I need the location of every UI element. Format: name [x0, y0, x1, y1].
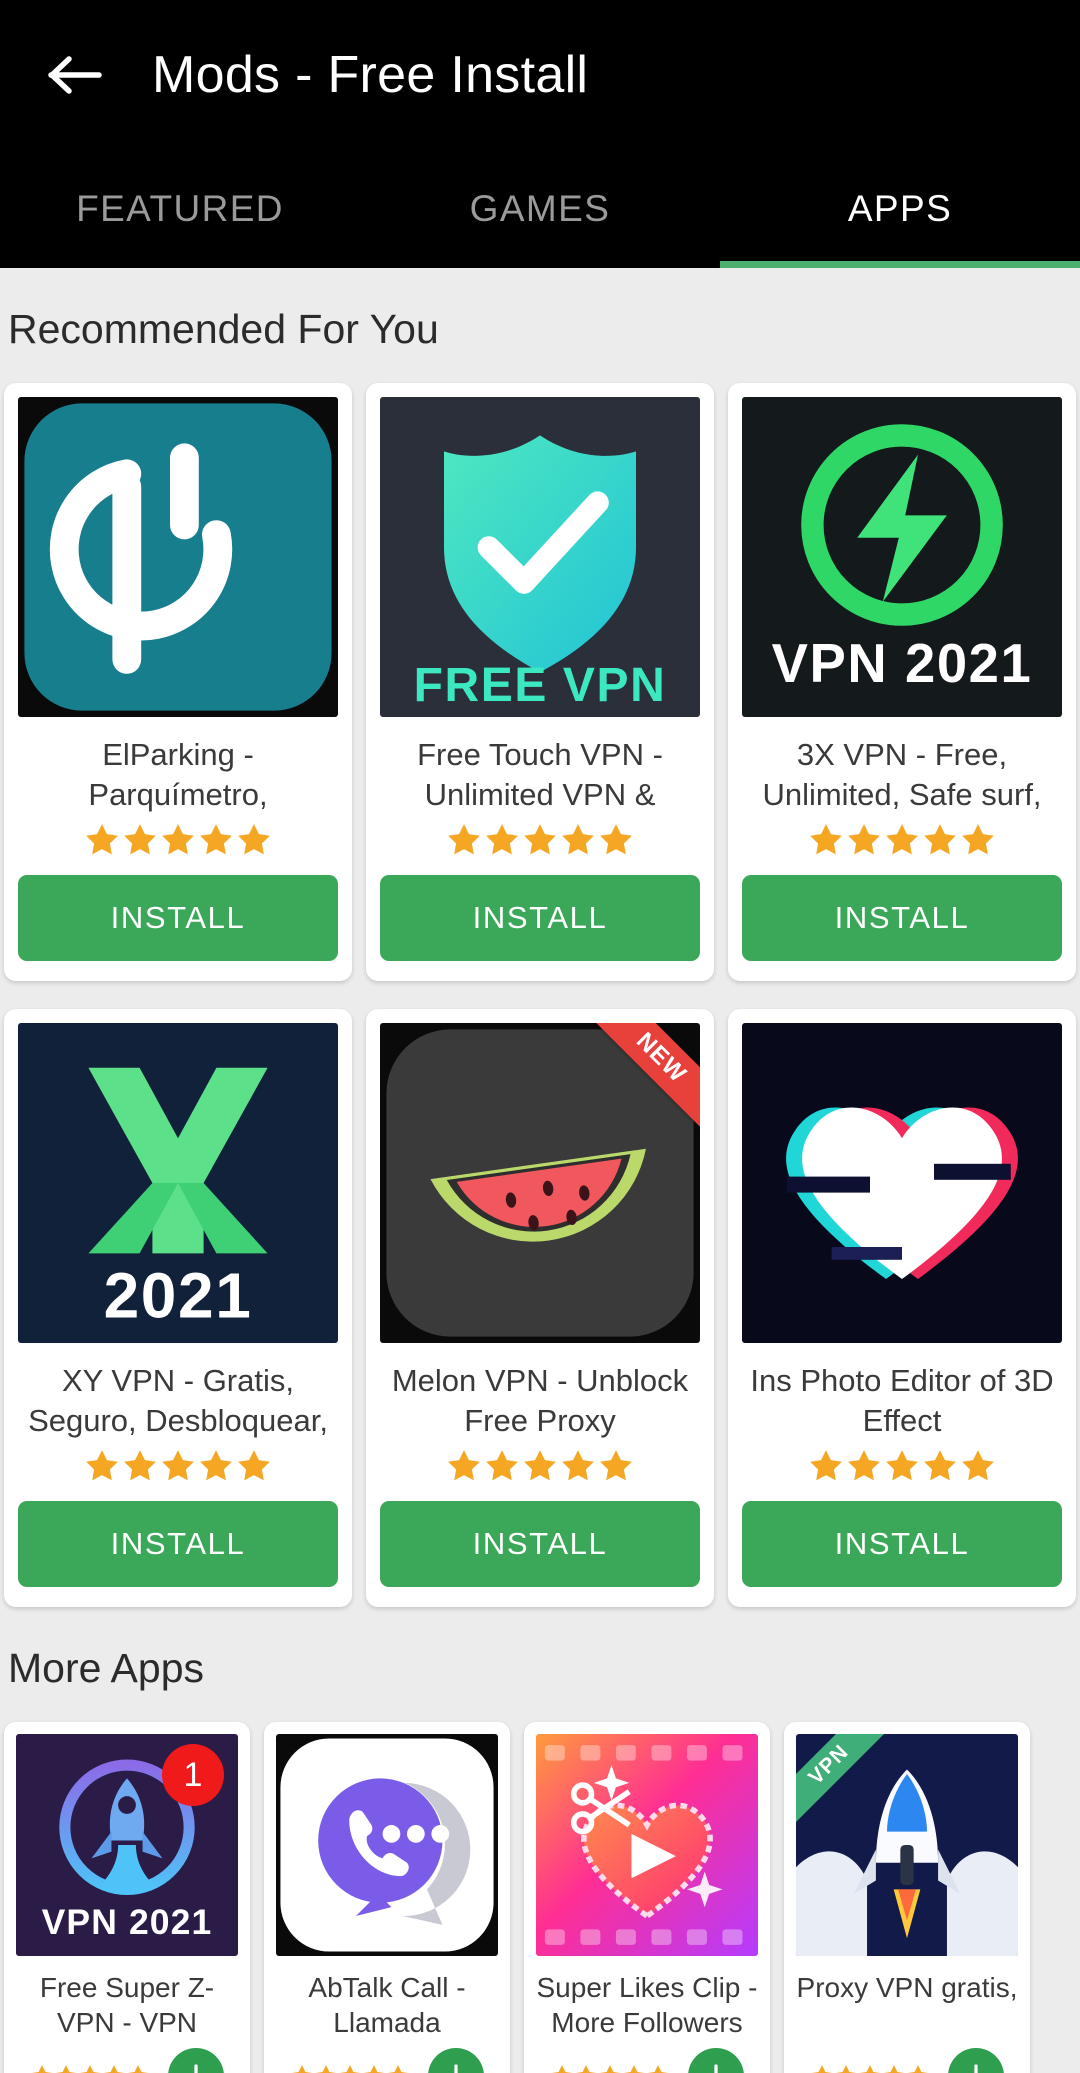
install-button[interactable]: INSTALL: [18, 875, 338, 961]
app-card-small[interactable]: AbTalk Call - Llamada: [264, 1722, 510, 2073]
install-button[interactable]: INSTALL: [742, 875, 1062, 961]
rocket-circle-icon: VPN 2021 1: [16, 1734, 238, 1956]
recommended-section-title: Recommended For You: [8, 306, 439, 352]
rating-stars: [807, 1449, 997, 1483]
install-button[interactable]: INSTALL: [742, 1501, 1062, 1587]
tab-games-label: GAMES: [469, 188, 611, 229]
row-spacer: [0, 981, 1080, 1009]
power-p-icon: [18, 397, 338, 717]
rating-stars: [550, 2063, 670, 2073]
card-footer: [536, 2048, 758, 2073]
install-button[interactable]: INSTALL: [380, 875, 700, 961]
app-name: Free Super Z-VPN - VPN: [39, 1972, 215, 2038]
download-arrow-icon[interactable]: [168, 2048, 224, 2073]
svg-text:VPN 2021: VPN 2021: [772, 633, 1033, 694]
more-apps-section-title: More Apps: [8, 1645, 204, 1691]
recommended-grid-row-2: 2021 XY VPN - Gratis, Seguro, Desbloquea…: [0, 1009, 1080, 1607]
recommended-grid-row-1: ElParking - Parquímetro, INSTALL FREE VP…: [0, 383, 1080, 981]
glitch-heart-icon: [742, 1023, 1062, 1343]
rating-stars: [30, 2063, 150, 2073]
app-name: ElParking - Parquímetro,: [88, 737, 268, 812]
rating-stars: [445, 1449, 635, 1483]
rating-stars: [807, 823, 997, 857]
rating-stars: [290, 2063, 410, 2073]
shield-check-icon: FREE VPN: [380, 397, 700, 717]
svg-text:FREE VPN: FREE VPN: [414, 659, 667, 712]
tab-apps-label: APPS: [847, 188, 953, 229]
app-name: Ins Photo Editor of 3D Effect: [750, 1363, 1054, 1438]
rocket-launch-icon: VPN: [796, 1734, 1018, 1956]
page-title: Mods - Free Install: [152, 46, 589, 104]
app-card-small[interactable]: VPN 2021 1 Free Super Z-VPN - VPN: [4, 1722, 250, 2073]
phone-chat-icon: [276, 1734, 498, 1956]
rating-stars: [83, 1449, 273, 1483]
app-card[interactable]: Ins Photo Editor of 3D Effect INSTALL: [728, 1009, 1076, 1607]
install-button[interactable]: INSTALL: [380, 1501, 700, 1587]
heart-play-scissors-icon: [536, 1734, 758, 1956]
app-screen: Mods - Free Install FEATURED GAMES APPS …: [0, 0, 1080, 2073]
watermelon-icon: NEW: [380, 1023, 700, 1343]
notification-badge: 1: [162, 1744, 224, 1806]
bolt-circle-icon: VPN 2021: [742, 397, 1062, 717]
install-button[interactable]: INSTALL: [18, 1501, 338, 1587]
tab-featured[interactable]: FEATURED: [0, 150, 360, 268]
app-name: Proxy VPN gratis,: [796, 1972, 1018, 2003]
app-card-small[interactable]: VPN Proxy VPN gratis,: [784, 1722, 1030, 2073]
more-apps-strip[interactable]: VPN 2021 1 Free Super Z-VPN - VPN AbTalk…: [0, 1722, 1080, 2073]
app-card[interactable]: 2021 XY VPN - Gratis, Seguro, Desbloquea…: [4, 1009, 352, 1607]
content-scroll-area[interactable]: Recommended For You ElParking - Parquíme…: [0, 268, 1080, 2073]
xy-monogram-icon: 2021: [18, 1023, 338, 1343]
tab-featured-label: FEATURED: [76, 188, 284, 229]
download-arrow-icon[interactable]: [948, 2048, 1004, 2073]
tab-indicator-active: [720, 261, 1080, 268]
rating-stars: [83, 823, 273, 857]
card-footer: [276, 2048, 498, 2073]
app-card[interactable]: NEW Melon VPN - Unblock Free Proxy INSTA…: [366, 1009, 714, 1607]
app-card[interactable]: ElParking - Parquímetro, INSTALL: [4, 383, 352, 981]
svg-text:2021: 2021: [104, 1259, 253, 1331]
app-name: AbTalk Call - Llamada: [308, 1972, 466, 2038]
rating-stars: [445, 823, 635, 857]
app-name: Free Touch VPN - Unlimited VPN &: [417, 737, 663, 812]
back-arrow-icon[interactable]: [44, 44, 106, 106]
tab-bar: FEATURED GAMES APPS: [0, 150, 1080, 268]
card-footer: [16, 2048, 238, 2073]
app-name: XY VPN - Gratis, Seguro, Desbloquear,: [28, 1363, 328, 1438]
app-card-small[interactable]: Super Likes Clip - More Followers: [524, 1722, 770, 2073]
svg-text:VPN 2021: VPN 2021: [42, 1902, 213, 1942]
app-name: Super Likes Clip - More Followers: [536, 1972, 758, 2038]
app-bar: Mods - Free Install: [0, 0, 1080, 150]
download-arrow-icon[interactable]: [428, 2048, 484, 2073]
app-card[interactable]: VPN 2021 3X VPN - Free, Unlimited, Safe …: [728, 383, 1076, 981]
card-footer: [796, 2048, 1018, 2073]
tab-apps[interactable]: APPS: [720, 150, 1080, 268]
rating-stars: [810, 2063, 930, 2073]
tab-games[interactable]: GAMES: [360, 150, 720, 268]
download-arrow-icon[interactable]: [688, 2048, 744, 2073]
app-name: 3X VPN - Free, Unlimited, Safe surf,: [762, 737, 1042, 812]
app-card[interactable]: FREE VPN Free Touch VPN - Unlimited VPN …: [366, 383, 714, 981]
app-name: Melon VPN - Unblock Free Proxy: [391, 1363, 689, 1438]
